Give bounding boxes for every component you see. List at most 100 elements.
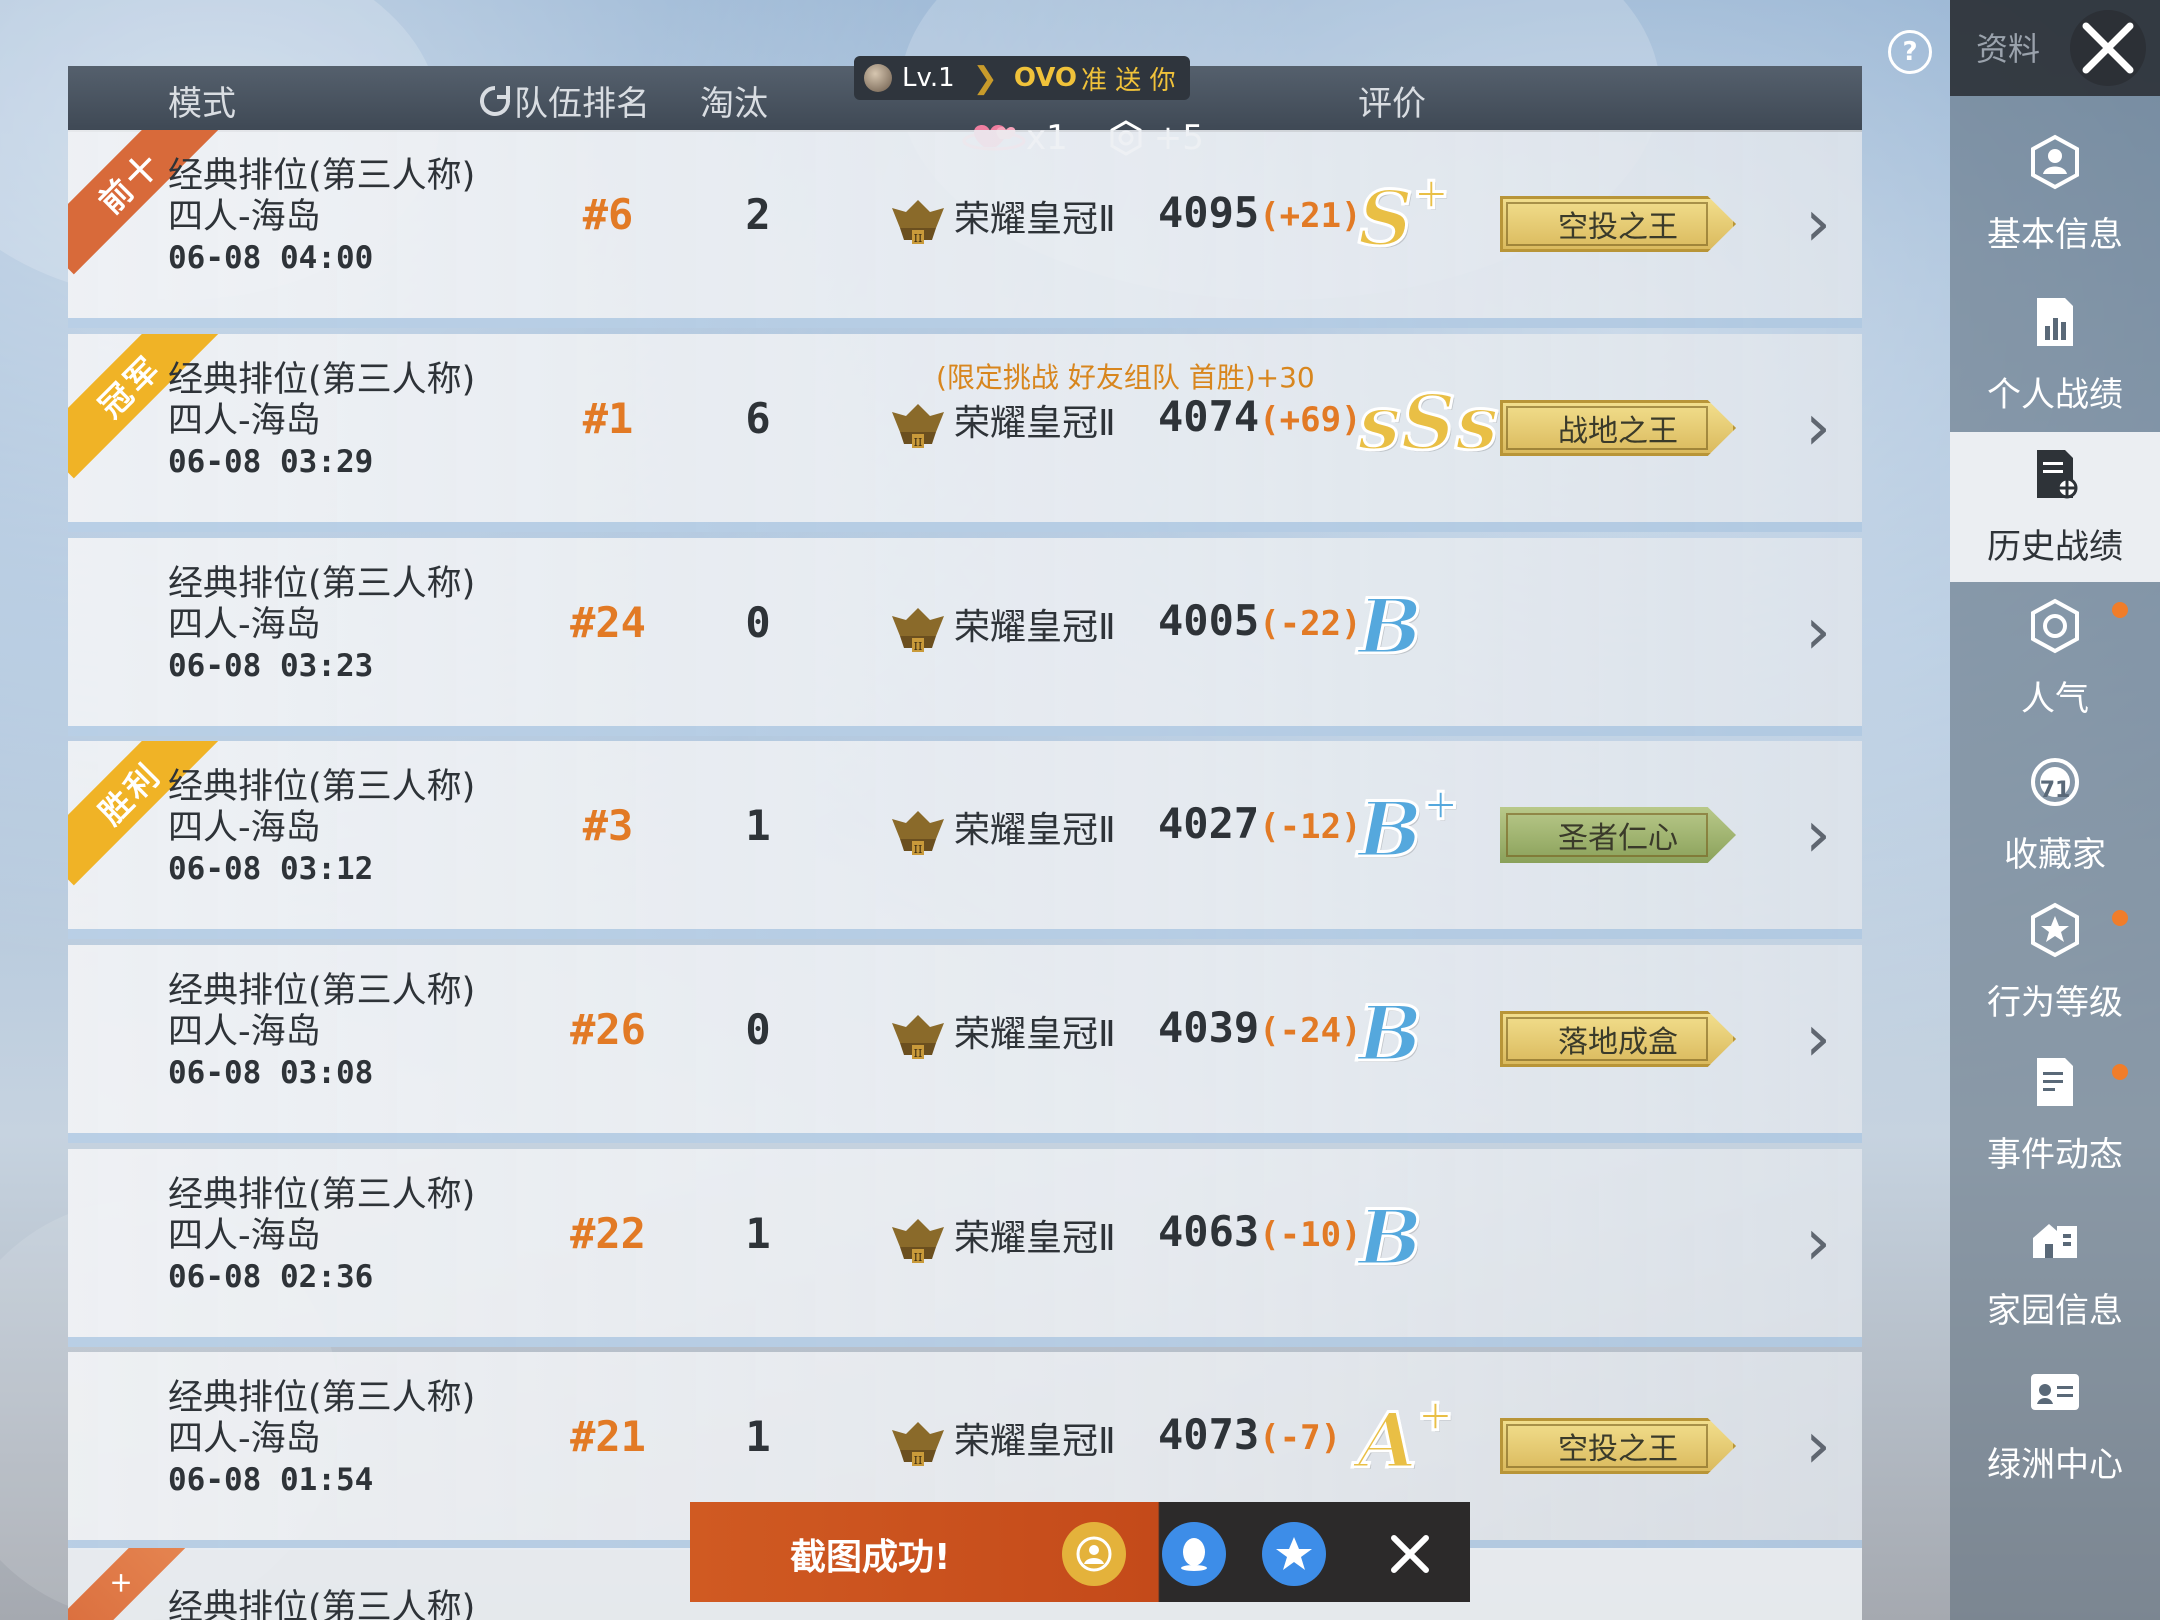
title-badge-label: 战地之王 (1558, 414, 1678, 449)
collector-count: 71 (2039, 778, 2071, 803)
match-info: 经典排位(第三人称) 四人-海岛 06-08 04:00 (168, 156, 475, 279)
player-name-suffix: 准 送 你 (1080, 65, 1176, 96)
crown-tier-icon: II (888, 190, 948, 250)
rank-score: 4074(+69) (1158, 392, 1362, 441)
table-row[interactable]: 经典排位(第三人称) 四人-海岛 06-08 02:36 #22 1 II 荣耀皇冠Ⅱ… (68, 1149, 1862, 1347)
grade-plus: + (1411, 167, 1451, 221)
sidebar-item-stats-chart[interactable]: 个人战绩 (1950, 280, 2160, 430)
table-row[interactable]: 前十 经典排位(第三人称) 四人-海岛 06-08 04:00 #6 2 II 荣耀皇… (68, 130, 1862, 328)
rating-grade: B (1356, 581, 1423, 673)
score-value: 4005 (1158, 596, 1260, 645)
sidebar-item-collector[interactable]: 71 收藏家 (1950, 740, 2160, 890)
share-friends-button[interactable] (1062, 1522, 1126, 1586)
mode-label: 经典排位(第三人称) (168, 1588, 476, 1620)
title-badge: 空投之王 (1500, 196, 1736, 252)
sidebar-item-label: 行为等级 (1987, 983, 2123, 1023)
table-row[interactable]: 冠军 经典排位(第三人称) 四人-海岛 06-08 03:29 #1 6 (限定挑战… (68, 334, 1862, 532)
chevron-right-icon[interactable]: › (1788, 1001, 1848, 1077)
sidebar-item-label: 收藏家 (2004, 835, 2106, 875)
grade-letter: A (1357, 1395, 1419, 1487)
chevron-right-icon[interactable]: › (1788, 1408, 1848, 1484)
table-row[interactable]: 经典排位(第三人称) 四人-海岛 06-08 03:23 #24 0 II 荣耀皇冠Ⅱ… (68, 538, 1862, 736)
score-value: 4095 (1158, 188, 1260, 237)
sidebar-item-home[interactable]: 家园信息 (1950, 1196, 2160, 1346)
column-header-team-rank-label: 队伍排名 (514, 84, 650, 124)
grade-letter: sSs (1356, 377, 1499, 469)
chevron-right-icon[interactable]: › (1788, 390, 1848, 466)
eliminations: 1 (745, 1412, 771, 1461)
toast-close-button[interactable] (1378, 1522, 1442, 1586)
svg-text:II: II (914, 1251, 923, 1264)
help-icon[interactable]: ? (1888, 30, 1932, 74)
match-date: 06-08 03:23 (168, 648, 374, 684)
match-date: 06-08 03:08 (168, 1055, 374, 1091)
chevron-right-icon: ❯ (972, 60, 998, 96)
eliminations: 6 (745, 394, 771, 443)
friends-share-icon (1076, 1536, 1112, 1572)
mode-label: 经典排位(第三人称) (168, 156, 476, 196)
column-header-mode: 模式 (168, 84, 236, 124)
eliminations: 2 (745, 190, 771, 239)
table-row[interactable]: 经典排位(第三人称) 四人-海岛 06-08 03:08 #26 0 II 荣耀皇冠Ⅱ… (68, 945, 1862, 1143)
score-delta: (-22) (1259, 604, 1362, 644)
score-delta: (+21) (1259, 196, 1362, 236)
chevron-right-icon[interactable]: › (1788, 186, 1848, 262)
eliminations: 0 (745, 598, 771, 647)
chevron-right-icon[interactable]: › (1788, 594, 1848, 670)
share-qq-button[interactable] (1162, 1522, 1226, 1586)
close-button[interactable] (2070, 10, 2146, 86)
mode-label: 经典排位(第三人称) (168, 971, 476, 1011)
share-qzone-button[interactable] (1262, 1522, 1326, 1586)
profile-tab-label: 资料 (1976, 30, 2041, 68)
match-info: 经典排位(第三人称) 四人-海岛 06-08 03:23 (168, 564, 475, 687)
score-delta: (+69) (1259, 400, 1362, 440)
sidebar-item-user-badge[interactable]: 基本信息 (1950, 120, 2160, 270)
sidebar-item-popularity[interactable]: 人气 (1950, 584, 2160, 734)
title-badge: 落地成盒 (1500, 1011, 1736, 1067)
crown-tier-icon: II (888, 1005, 948, 1065)
team-rank: #26 (570, 1005, 646, 1054)
notification-dot (2112, 602, 2128, 618)
score-delta: (-7) (1259, 1418, 1342, 1458)
stats-chart-icon (2027, 294, 2083, 367)
table-row[interactable]: 胜利 经典排位(第三人称) 四人-海岛 06-08 03:12 #3 1 II 荣耀皇… (68, 741, 1862, 939)
match-date: 06-08 02:36 (168, 1259, 374, 1295)
match-date: 06-08 01:54 (168, 1462, 374, 1498)
rating-grade: B (1356, 1192, 1423, 1284)
rank-score: 4063(-10) (1158, 1207, 1362, 1256)
team-rank: #3 (582, 801, 634, 850)
map-label: 四人-海岛 (168, 1216, 321, 1256)
grade-letter: B (1356, 988, 1423, 1080)
rank-score: 4005(-22) (1158, 596, 1362, 645)
svg-text:II: II (914, 436, 923, 449)
tier-label: 荣耀皇冠Ⅱ (954, 1014, 1116, 1055)
column-header-eliminations: 淘汰 (700, 84, 768, 124)
column-header-team-rank[interactable]: 队伍排名 (478, 76, 650, 125)
crown-tier-icon: II (888, 801, 948, 861)
title-badge: 空投之王 (1500, 1418, 1736, 1474)
home-icon (2027, 1210, 2083, 1283)
rank-score: 4039(-24) (1158, 1003, 1362, 1052)
match-info: 经典排位(第三人称) 四人-海岛 06-08 03:29 (168, 360, 475, 483)
player-level-pill[interactable]: Lv.1 ❯ OVO 准 送 你 (854, 56, 1190, 100)
sidebar-item-behavior-level[interactable]: 行为等级 (1950, 888, 2160, 1038)
grade-letter: B (1356, 1192, 1423, 1284)
sidebar-item-oasis-id[interactable]: 绿洲中心 (1950, 1350, 2160, 1500)
mode-label: 经典排位(第三人称) (168, 1378, 476, 1418)
chevron-right-icon[interactable]: › (1788, 797, 1848, 873)
chevron-right-icon[interactable]: › (1788, 1205, 1848, 1281)
sidebar-item-history-doc[interactable]: 历史战绩 (1950, 432, 2160, 582)
match-date: 06-08 03:12 (168, 851, 374, 887)
grade-letter: B (1356, 581, 1423, 673)
svg-text:II: II (914, 232, 923, 245)
sidebar-item-event-doc[interactable]: 事件动态 (1950, 1040, 2160, 1190)
grade-plus: + (1421, 778, 1461, 832)
map-label: 四人-海岛 (168, 605, 321, 645)
team-rank: #6 (582, 190, 634, 239)
sidebar-item-label: 绿洲中心 (1987, 1445, 2123, 1485)
map-label: 四人-海岛 (168, 1419, 321, 1459)
tier-label: 荣耀皇冠Ⅱ (954, 607, 1116, 648)
svg-text:II: II (914, 1454, 923, 1467)
match-info: 经典排位(第三人称) 四人-海岛 06-08 03:08 (168, 971, 475, 1094)
score-value: 4027 (1158, 799, 1260, 848)
